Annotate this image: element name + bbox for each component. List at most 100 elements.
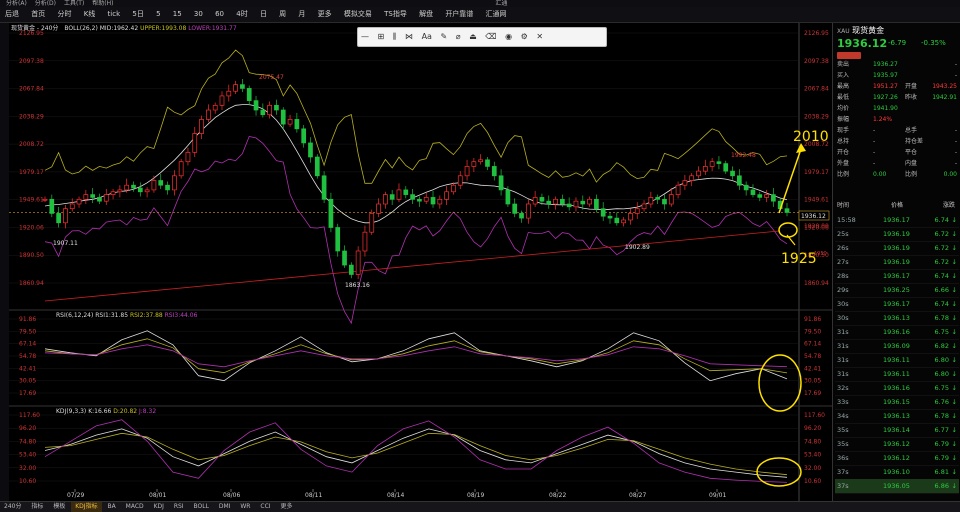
- app-title: 汇通: [495, 0, 508, 7]
- channel-tool-icon[interactable]: ⊞: [375, 28, 388, 46]
- tick-row[interactable]: 29s 1936.25 6.66 ↓: [835, 283, 959, 298]
- tick-row[interactable]: 31s 1936.16 6.75 ↓: [835, 325, 959, 340]
- tick-row[interactable]: 35s 1936.12 6.79 ↓: [835, 437, 959, 452]
- home-button[interactable]: 首页: [26, 7, 50, 22]
- tick-row[interactable]: 32s 1936.16 6.75 ↓: [835, 381, 959, 396]
- tick-c: 6.74: [934, 216, 949, 224]
- period-60[interactable]: 60: [210, 7, 229, 22]
- price-tick-right: 2097.38: [804, 58, 829, 65]
- quote-v2: -: [954, 160, 957, 167]
- boll-label: BOLL(26,2): [64, 25, 98, 32]
- kdj-tick-left: 10.60: [19, 478, 36, 485]
- tick-row[interactable]: 33s 1936.15 6.76 ↓: [835, 395, 959, 410]
- magnet-tool-icon[interactable]: ⏏: [466, 28, 480, 46]
- text-tool-icon[interactable]: Aa: [419, 28, 435, 46]
- rsi-tick-left: 30.05: [19, 378, 36, 385]
- current-price-label: 1936.12: [801, 213, 826, 220]
- sim-trade-button[interactable]: 模拟交易: [339, 7, 377, 22]
- huitong-button[interactable]: 汇通网: [481, 7, 512, 22]
- tick-a: ↓: [951, 342, 957, 350]
- period-5[interactable]: 5: [151, 7, 165, 22]
- quote-badge[interactable]: [837, 52, 861, 59]
- menu-analysis-d[interactable]: 分析(D): [35, 0, 56, 7]
- tick-button[interactable]: tick: [103, 7, 126, 22]
- fib-tool-icon[interactable]: ⫼: [390, 28, 400, 46]
- period-15[interactable]: 15: [168, 7, 187, 22]
- eraser-tool-icon[interactable]: ⌫: [482, 28, 499, 46]
- tick-row[interactable]: 37s 1936.05 6.86 ↓: [835, 479, 959, 494]
- tick-row[interactable]: 34s 1936.13 6.78 ↓: [835, 409, 959, 424]
- kdj-tick-right: 10.60: [804, 478, 821, 485]
- tick-row[interactable]: 15:58 1936.17 6.74 ↓: [835, 213, 959, 228]
- tick-a: ↓: [951, 370, 957, 378]
- tick-row[interactable]: 37s 1936.10 6.81 ↓: [835, 465, 959, 480]
- date-label: 08/01: [149, 492, 166, 499]
- close-tool-icon[interactable]: ✕: [533, 28, 546, 46]
- period-day[interactable]: 日: [255, 7, 272, 22]
- candle-body: [178, 161, 184, 177]
- period-5d[interactable]: 5日: [127, 7, 148, 22]
- tick-t: 30s: [837, 314, 849, 322]
- candle-body: [199, 119, 204, 134]
- tick-row[interactable]: 36s 1936.12 6.79 ↓: [835, 451, 959, 466]
- tick-row[interactable]: 31s 1936.11 6.80 ↓: [835, 367, 959, 382]
- price-tick-right: 2126.95: [804, 30, 829, 37]
- menu-analysis-a[interactable]: 分析(A): [6, 0, 27, 7]
- candle-body: [512, 203, 518, 214]
- tick-row[interactable]: 30s 1936.17 6.74 ↓: [835, 297, 959, 312]
- quote-l: 振幅: [837, 116, 850, 123]
- rsi-tick-left: 91.86: [19, 316, 36, 323]
- quote-l2: 开盘: [905, 83, 918, 90]
- candle-body: [328, 198, 334, 228]
- tick-t: 30s: [837, 300, 849, 308]
- kline-chart[interactable]: 2126.95 2126.952097.38 2097.382067.84 2067.…: [9, 23, 832, 501]
- tick-row[interactable]: 35s 1936.14 6.77 ↓: [835, 423, 959, 438]
- quote-change: -6.79: [888, 39, 907, 47]
- quote-v: 1941.90: [873, 105, 898, 112]
- rsi-tick-left: 67.14: [19, 341, 36, 348]
- period-30[interactable]: 30: [189, 7, 208, 22]
- period-month[interactable]: 月: [293, 7, 310, 22]
- candle-body: [723, 163, 729, 172]
- price-tick-left: 1979.17: [19, 169, 44, 176]
- menu-bar: 分析(A) 分析(D) 工具(T) 帮助(H) 汇通: [0, 0, 960, 7]
- line-tool-icon[interactable]: —: [358, 28, 372, 46]
- open-account-button[interactable]: 开户靠谱: [440, 7, 478, 22]
- period-week[interactable]: 周: [274, 7, 291, 22]
- visibility-tool-icon[interactable]: ◉: [502, 28, 515, 46]
- chart-area[interactable]: 2126.95 2126.95 2097.38 2097.38 2067.84 2067.…: [9, 23, 832, 501]
- quote-l2: 持仓差: [905, 138, 924, 145]
- analysis-button[interactable]: 解盘: [414, 7, 438, 22]
- tick-c: 6.75: [934, 328, 949, 336]
- tick-row[interactable]: 26s 1936.19 6.72 ↓: [835, 241, 959, 256]
- quote-v2: -: [954, 149, 957, 156]
- quote-symbol: XAU: [837, 28, 850, 35]
- measure-tool-icon[interactable]: ⌀: [453, 28, 464, 46]
- tick-row[interactable]: 28s 1936.17 6.74 ↓: [835, 269, 959, 284]
- tick-row[interactable]: 27s 1936.19 6.72 ↓: [835, 255, 959, 270]
- tick-row[interactable]: 31s 1936.09 6.82 ↓: [835, 339, 959, 354]
- back-button[interactable]: 后退: [0, 7, 24, 22]
- tick-a: ↓: [951, 328, 957, 336]
- settings-tool-icon[interactable]: ⚙: [518, 28, 531, 46]
- candle-body: [566, 203, 572, 208]
- more-button[interactable]: 更多: [313, 7, 337, 22]
- candle-body: [158, 180, 164, 186]
- candle-body: [702, 166, 708, 172]
- tick-row[interactable]: 25s 1936.19 6.72 ↓: [835, 227, 959, 242]
- timeshare-button[interactable]: 分时: [52, 7, 76, 22]
- quote-l: 均价: [837, 105, 850, 112]
- tick-header-time: 时间: [837, 202, 850, 209]
- tick-row[interactable]: 30s 1936.13 6.78 ↓: [835, 311, 959, 326]
- menu-tools[interactable]: 工具(T): [64, 0, 84, 7]
- pen-tool-icon[interactable]: ✎: [438, 28, 451, 46]
- tick-p: 1936.12: [883, 440, 910, 448]
- kline-button[interactable]: K线: [79, 7, 101, 22]
- menu-help[interactable]: 帮助(H): [92, 0, 113, 7]
- high-label: 1992.48: [731, 152, 756, 159]
- tick-row[interactable]: 31s 1936.11 6.80 ↓: [835, 353, 959, 368]
- candle-body: [267, 104, 272, 116]
- pattern-tool-icon[interactable]: ⋈: [402, 28, 416, 46]
- ts-guide-button[interactable]: TS指导: [379, 7, 412, 22]
- period-4h[interactable]: 4时: [231, 7, 252, 22]
